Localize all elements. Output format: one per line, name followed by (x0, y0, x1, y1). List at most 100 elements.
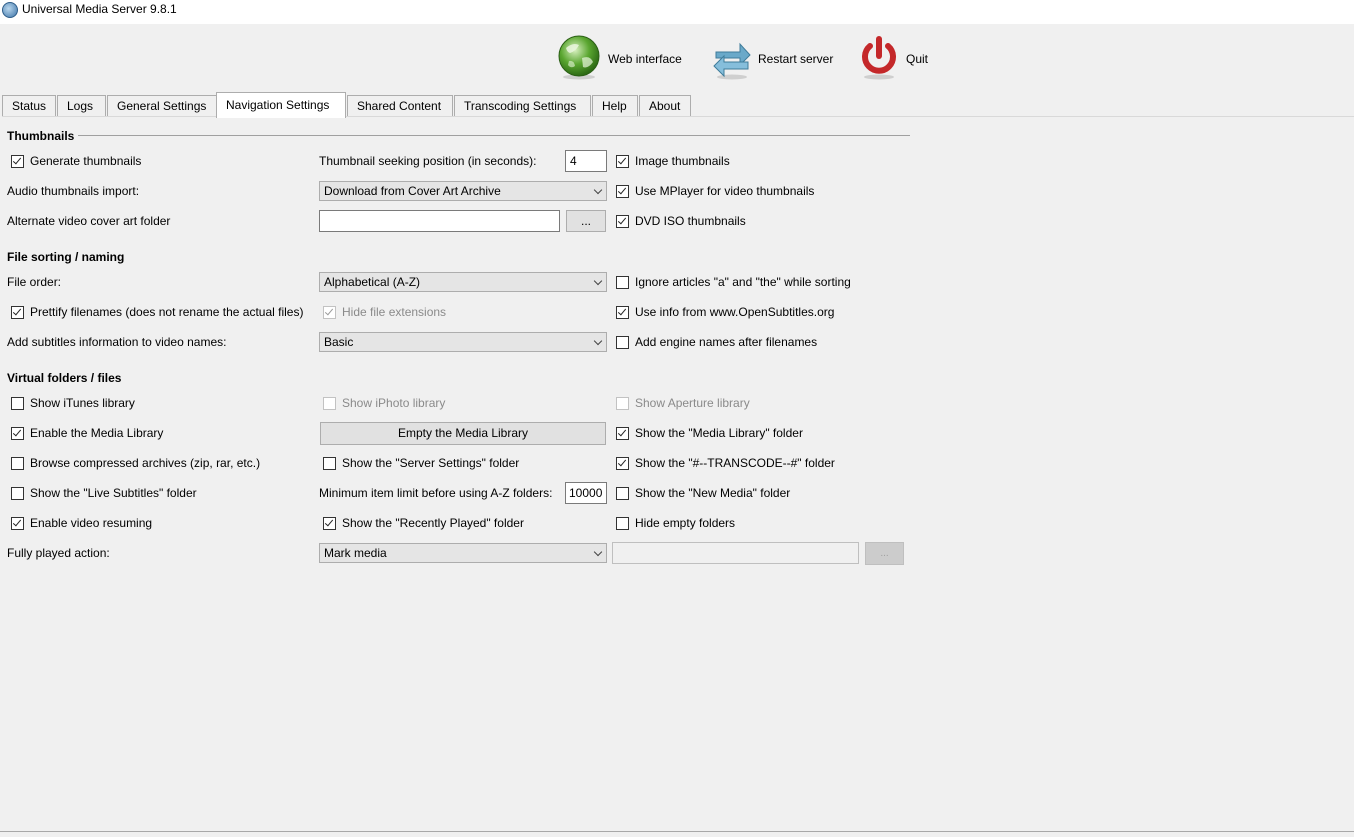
fully-played-path-input (612, 542, 859, 564)
checkbox-label: Show Aperture library (635, 396, 750, 410)
alt-cover-folder-input[interactable] (319, 210, 560, 232)
hide-empty-folders-checkbox[interactable]: Hide empty folders (616, 515, 735, 531)
checkbox-box (323, 396, 336, 410)
generate-thumbnails-checkbox[interactable]: Generate thumbnails (11, 153, 141, 169)
checkbox-box (616, 214, 629, 228)
checkbox-box (616, 486, 629, 500)
az-folders-limit-input[interactable]: 10000 (565, 482, 607, 504)
checkbox-box (11, 486, 24, 500)
subtitles-info-label: Add subtitles information to video names… (7, 335, 227, 349)
section-divider (78, 135, 910, 136)
recently-played-folder-checkbox[interactable]: Show the "Recently Played" folder (323, 515, 524, 531)
file-order-label: File order: (7, 275, 62, 289)
alt-cover-browse-button[interactable]: ... (566, 210, 606, 232)
checkbox-label: Show the "Recently Played" folder (342, 516, 524, 530)
alt-cover-folder-label: Alternate video cover art folder (7, 214, 171, 228)
fully-played-browse-button: ... (865, 542, 904, 565)
tab-shared-content[interactable]: Shared Content (347, 95, 453, 116)
quit-label: Quit (906, 52, 929, 66)
seek-position-input[interactable]: 4 (565, 150, 607, 172)
enable-media-library-checkbox[interactable]: Enable the Media Library (11, 425, 163, 441)
tab-bar: Status Logs General Settings Navigation … (2, 92, 1354, 118)
checkbox-label: Enable video resuming (30, 516, 153, 530)
checkbox-box (616, 184, 629, 198)
empty-media-library-button[interactable]: Empty the Media Library (320, 422, 606, 445)
web-interface-button[interactable]: Web interface (557, 34, 687, 84)
checkbox-label: Show the "New Media" folder (635, 486, 791, 500)
hide-file-extensions-checkbox: Hide file extensions (323, 304, 446, 320)
live-subtitles-folder-checkbox[interactable]: Show the "Live Subtitles" folder (11, 485, 197, 501)
checkbox-box (616, 305, 629, 319)
checkbox-label: Image thumbnails (635, 154, 730, 168)
checkbox-box (11, 426, 24, 440)
az-folders-limit-label: Minimum item limit before using A-Z fold… (319, 486, 553, 500)
dvd-iso-thumbnails-checkbox[interactable]: DVD ISO thumbnails (616, 213, 746, 229)
checkbox-label: Hide empty folders (635, 516, 736, 530)
checkbox-label: Show the "Server Settings" folder (342, 456, 520, 470)
checkbox-label: Show iTunes library (30, 396, 135, 410)
tab-status[interactable]: Status (2, 95, 56, 116)
tab-about[interactable]: About (639, 95, 691, 116)
subtitles-info-select[interactable]: Basic (319, 332, 607, 352)
iphoto-library-checkbox: Show iPhoto library (323, 395, 445, 411)
power-icon (862, 36, 896, 80)
checkbox-box (616, 335, 629, 349)
opensubtitles-checkbox[interactable]: Use info from www.OpenSubtitles.org (616, 304, 834, 320)
show-media-library-folder-checkbox[interactable]: Show the "Media Library" folder (616, 425, 803, 441)
checkbox-box (11, 396, 24, 410)
virtual-section-title: Virtual folders / files (7, 371, 122, 385)
image-thumbnails-checkbox[interactable]: Image thumbnails (616, 153, 730, 169)
audio-thumbnails-select[interactable]: Download from Cover Art Archive (319, 181, 607, 201)
ignore-articles-checkbox[interactable]: Ignore articles "a" and "the" while sort… (616, 274, 851, 290)
checkbox-box (616, 516, 629, 530)
fully-played-action-select[interactable]: Mark media (319, 543, 607, 563)
use-mplayer-checkbox[interactable]: Use MPlayer for video thumbnails (616, 183, 814, 199)
video-resuming-checkbox[interactable]: Enable video resuming (11, 515, 152, 531)
tab-general-settings[interactable]: General Settings (107, 95, 218, 116)
select-value: Alphabetical (A-Z) (324, 275, 421, 289)
chevron-down-icon (593, 336, 603, 346)
checkbox-box (323, 516, 336, 530)
web-interface-label: Web interface (608, 52, 682, 66)
checkbox-box (11, 516, 24, 530)
tab-help[interactable]: Help (592, 95, 638, 116)
checkbox-label: Show the "Media Library" folder (635, 426, 803, 440)
checkbox-label: Ignore articles "a" and "the" while sort… (635, 275, 851, 289)
checkbox-box (616, 426, 629, 440)
checkbox-box (616, 154, 629, 168)
chevron-down-icon (593, 547, 603, 557)
checkbox-box (616, 456, 629, 470)
fully-played-action-label: Fully played action: (7, 546, 110, 560)
checkbox-box (616, 396, 629, 410)
restart-server-button[interactable]: Restart server (710, 34, 835, 84)
tab-transcoding-settings[interactable]: Transcoding Settings (454, 95, 591, 116)
prettify-filenames-checkbox[interactable]: Prettify filenames (does not rename the … (11, 304, 303, 320)
checkbox-label: Enable the Media Library (30, 426, 164, 440)
new-media-folder-checkbox[interactable]: Show the "New Media" folder (616, 485, 790, 501)
checkbox-label: Browse compressed archives (zip, rar, et… (30, 456, 261, 470)
sorting-section-title: File sorting / naming (7, 250, 125, 264)
transcode-folder-checkbox[interactable]: Show the "#--TRANSCODE--#" folder (616, 455, 835, 471)
compressed-archives-checkbox[interactable]: Browse compressed archives (zip, rar, et… (11, 455, 260, 471)
checkbox-label: Show the "#--TRANSCODE--#" folder (635, 456, 835, 470)
checkbox-label: Hide file extensions (342, 305, 447, 319)
window-title: Universal Media Server 9.8.1 (22, 2, 177, 16)
chevron-down-icon (593, 276, 603, 286)
checkbox-box (11, 456, 24, 470)
refresh-icon (713, 42, 751, 80)
tab-logs[interactable]: Logs (57, 95, 106, 116)
tab-navigation-settings[interactable]: Navigation Settings (216, 92, 346, 118)
itunes-library-checkbox[interactable]: Show iTunes library (11, 395, 135, 411)
checkbox-label: Generate thumbnails (30, 154, 142, 168)
file-order-select[interactable]: Alphabetical (A-Z) (319, 272, 607, 292)
checkbox-box (11, 305, 24, 319)
server-settings-folder-checkbox[interactable]: Show the "Server Settings" folder (323, 455, 519, 471)
window-bottom-border (0, 831, 1354, 832)
audio-thumbnails-label: Audio thumbnails import: (7, 184, 140, 198)
checkbox-label: Use MPlayer for video thumbnails (635, 184, 815, 198)
checkbox-box (323, 305, 336, 319)
aperture-library-checkbox: Show Aperture library (616, 395, 750, 411)
seek-position-label: Thumbnail seeking position (in seconds): (319, 154, 537, 168)
quit-button[interactable]: Quit (857, 34, 937, 84)
engine-names-checkbox[interactable]: Add engine names after filenames (616, 334, 817, 350)
